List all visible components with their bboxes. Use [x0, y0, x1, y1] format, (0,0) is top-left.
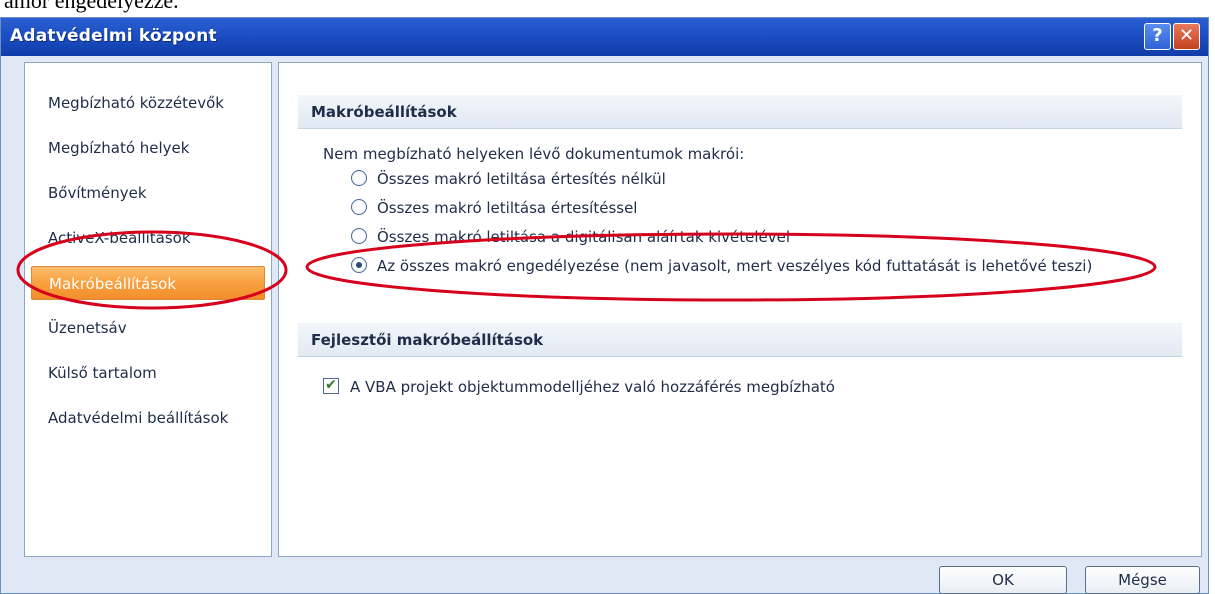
settings-panel: Makróbeállítások Nem megbízható helyeken…: [278, 62, 1202, 557]
sidebar: Megbízható közzétevők Megbízható helyek …: [24, 62, 272, 557]
sidebar-item-trusted-publishers[interactable]: Megbízható közzétevők: [31, 86, 265, 120]
sidebar-item-add-ins[interactable]: Bővítmények: [31, 176, 265, 210]
sidebar-item-privacy-options[interactable]: Adatvédelmi beállítások: [31, 401, 265, 435]
radio-label: Összes makró letiltása értesítés nélkül: [377, 170, 666, 188]
document-text-fragment: amor engedelyezze.: [4, 0, 179, 13]
sidebar-item-macro-settings[interactable]: Makróbeállítások: [31, 266, 265, 300]
untrusted-locations-label: Nem megbízható helyeken lévő dokumentumo…: [323, 145, 745, 163]
title-bar[interactable]: Adatvédelmi központ ? ✕: [1, 18, 1208, 56]
ok-button[interactable]: OK: [939, 566, 1067, 594]
close-button[interactable]: ✕: [1173, 23, 1200, 50]
vba-access-checkbox[interactable]: ✔: [323, 378, 339, 394]
checkmark-icon: ✔: [325, 377, 337, 393]
help-button[interactable]: ?: [1144, 23, 1171, 50]
radio-label: Összes makró letiltása a digitálisan alá…: [377, 228, 791, 246]
radio-button[interactable]: [351, 199, 367, 215]
macro-settings-header: Makróbeállítások: [298, 95, 1182, 129]
cancel-button[interactable]: Mégse: [1085, 566, 1200, 594]
close-icon: ✕: [1178, 25, 1195, 46]
sidebar-item-activex-settings[interactable]: ActiveX-beállítások: [31, 221, 265, 255]
radio-button-checked[interactable]: [351, 257, 367, 273]
developer-macro-settings-header: Fejlesztői makróbeállítások: [298, 323, 1182, 357]
sidebar-item-external-content[interactable]: Külső tartalom: [31, 356, 265, 390]
radio-label: Az összes makró engedélyezése (nem javas…: [377, 257, 1093, 275]
sidebar-item-trusted-locations[interactable]: Megbízható helyek: [31, 131, 265, 165]
radio-button[interactable]: [351, 170, 367, 186]
vba-access-label: A VBA projekt objektummodelljéhez való h…: [350, 378, 835, 396]
radio-label: Összes makró letiltása értesítéssel: [377, 199, 638, 217]
sidebar-item-message-bar[interactable]: Üzenetsáv: [31, 311, 265, 345]
trust-center-dialog: Adatvédelmi központ ? ✕ Megbízható közzé…: [0, 17, 1209, 594]
window-title: Adatvédelmi központ: [10, 26, 217, 46]
radio-button[interactable]: [351, 228, 367, 244]
help-icon: ?: [1152, 25, 1163, 46]
